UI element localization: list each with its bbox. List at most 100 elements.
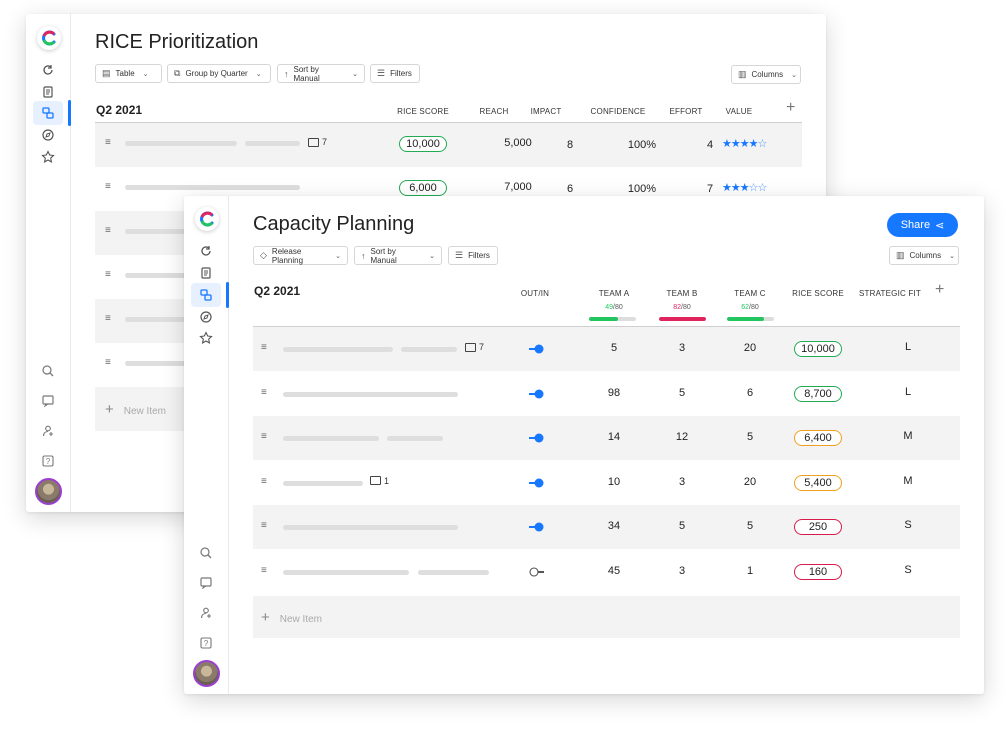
sort-dropdown[interactable]: ↑ Sort by Manual ⌄ xyxy=(354,246,442,265)
team-c-cell[interactable]: 1 xyxy=(725,565,775,577)
help-icon[interactable]: ? xyxy=(199,636,213,650)
drag-handle-icon[interactable]: ≡ xyxy=(105,225,111,236)
drag-handle-icon[interactable]: ≡ xyxy=(105,137,111,148)
release-planning-dropdown[interactable]: ◇ Release Planning ⌄ xyxy=(253,246,348,265)
image-badge[interactable]: 7 xyxy=(465,342,484,352)
add-column-icon[interactable]: + xyxy=(786,99,795,117)
drag-handle-icon[interactable]: ≡ xyxy=(261,476,267,487)
drag-handle-icon[interactable]: ≡ xyxy=(261,565,267,576)
impact-cell[interactable]: 8 xyxy=(550,139,590,151)
strategic-fit-cell[interactable]: M xyxy=(883,475,933,487)
col-out-in[interactable]: OUT/IN xyxy=(515,289,555,298)
refresh-icon[interactable] xyxy=(199,244,213,258)
value-stars[interactable]: ★★★☆☆ xyxy=(722,181,767,194)
col-confidence[interactable]: CONFIDENCE xyxy=(583,107,653,116)
team-b-cell[interactable]: 3 xyxy=(657,565,707,577)
app-logo[interactable] xyxy=(195,207,219,231)
star-icon[interactable] xyxy=(41,150,55,164)
team-a-cell[interactable]: 45 xyxy=(589,565,639,577)
strategic-fit-cell[interactable]: L xyxy=(883,341,933,353)
columns-dropdown[interactable]: ▥ Columns ⌄ xyxy=(889,246,959,265)
team-a-cell[interactable]: 34 xyxy=(589,520,639,532)
share-button[interactable]: Share ⋖ xyxy=(887,213,958,237)
team-c-cell[interactable]: 5 xyxy=(725,431,775,443)
columns-dropdown[interactable]: ▥ Columns ⌄ xyxy=(731,65,801,84)
avatar[interactable] xyxy=(35,478,62,505)
reach-cell[interactable]: 7,000 xyxy=(493,181,543,193)
filters-button[interactable]: ☰ Filters xyxy=(370,64,420,83)
drag-handle-icon[interactable]: ≡ xyxy=(261,520,267,531)
roadmap-icon[interactable] xyxy=(199,288,213,302)
sort-dropdown[interactable]: ↑ Sort by Manual ⌄ xyxy=(277,64,365,83)
help-icon[interactable]: ? xyxy=(41,454,55,468)
app-logo[interactable] xyxy=(37,26,61,50)
col-value[interactable]: VALUE xyxy=(719,107,759,116)
team-c-cell[interactable]: 20 xyxy=(725,342,775,354)
confidence-cell[interactable]: 100% xyxy=(612,183,672,195)
team-c-cell[interactable]: 5 xyxy=(725,520,775,532)
table-row[interactable]: ≡ 1 10 3 20 5,400 M xyxy=(253,461,960,505)
comment-icon[interactable] xyxy=(41,394,55,408)
avatar[interactable] xyxy=(193,660,220,687)
table-view-dropdown[interactable]: ▤ Table ⌄ xyxy=(95,64,162,83)
team-a-cell[interactable]: 10 xyxy=(589,476,639,488)
drag-handle-icon[interactable]: ≡ xyxy=(261,387,267,398)
add-column-icon[interactable]: + xyxy=(935,281,944,299)
table-row[interactable]: ≡ 14 12 5 6,400 M xyxy=(253,416,960,460)
confidence-cell[interactable]: 100% xyxy=(612,139,672,151)
group-by-dropdown[interactable]: ⧉ Group by Quarter ⌄ xyxy=(167,64,271,83)
drag-handle-icon[interactable]: ≡ xyxy=(105,357,111,368)
table-row[interactable]: ≡ 34 5 5 250 S xyxy=(253,505,960,549)
team-a-cell[interactable]: 98 xyxy=(589,387,639,399)
toggle-in-icon[interactable] xyxy=(529,433,545,443)
col-team-c[interactable]: TEAM C xyxy=(725,289,775,298)
drag-handle-icon[interactable]: ≡ xyxy=(261,342,267,353)
document-icon[interactable] xyxy=(199,266,213,280)
star-icon[interactable] xyxy=(199,331,213,345)
roadmap-icon[interactable] xyxy=(41,106,55,120)
team-a-cell[interactable]: 14 xyxy=(589,431,639,443)
search-icon[interactable] xyxy=(41,364,55,378)
col-strategic-fit[interactable]: STRATEGIC FIT xyxy=(857,289,923,298)
col-reach[interactable]: REACH xyxy=(474,107,514,116)
team-c-cell[interactable]: 20 xyxy=(725,476,775,488)
col-impact[interactable]: IMPACT xyxy=(526,107,566,116)
filters-button[interactable]: ☰ Filters xyxy=(448,246,498,265)
impact-cell[interactable]: 6 xyxy=(550,183,590,195)
strategic-fit-cell[interactable]: L xyxy=(883,386,933,398)
new-item-row[interactable]: + New Item xyxy=(253,596,960,638)
toggle-in-icon[interactable] xyxy=(529,478,545,488)
refresh-icon[interactable] xyxy=(41,63,55,77)
strategic-fit-cell[interactable]: S xyxy=(883,564,933,576)
drag-handle-icon[interactable]: ≡ xyxy=(261,431,267,442)
toggle-in-icon[interactable] xyxy=(529,344,545,354)
team-b-cell[interactable]: 5 xyxy=(657,520,707,532)
drag-handle-icon[interactable]: ≡ xyxy=(105,269,111,280)
compass-icon[interactable] xyxy=(41,128,55,142)
team-b-cell[interactable]: 12 xyxy=(657,431,707,443)
col-rice-score[interactable]: RICE SCORE xyxy=(393,107,453,116)
col-team-b[interactable]: TEAM B xyxy=(657,289,707,298)
strategic-fit-cell[interactable]: M xyxy=(883,430,933,442)
drag-handle-icon[interactable]: ≡ xyxy=(105,313,111,324)
team-b-cell[interactable]: 3 xyxy=(657,476,707,488)
table-row[interactable]: ≡ 98 5 6 8,700 L xyxy=(253,372,960,416)
add-user-icon[interactable] xyxy=(41,424,55,438)
col-effort[interactable]: EFFORT xyxy=(666,107,706,116)
team-b-cell[interactable]: 3 xyxy=(657,342,707,354)
compass-icon[interactable] xyxy=(199,310,213,324)
document-icon[interactable] xyxy=(41,85,55,99)
col-rice-score[interactable]: RICE SCORE xyxy=(787,289,849,298)
comment-icon[interactable] xyxy=(199,576,213,590)
table-row[interactable]: ≡ 7 5 3 20 10,000 L xyxy=(253,327,960,371)
table-row[interactable]: ≡ 45 3 1 160 S xyxy=(253,550,960,594)
toggle-in-icon[interactable] xyxy=(529,389,545,399)
toggle-out-icon[interactable] xyxy=(529,566,545,577)
add-user-icon[interactable] xyxy=(199,606,213,620)
value-stars[interactable]: ★★★★☆ xyxy=(722,137,767,150)
col-team-a[interactable]: TEAM A xyxy=(589,289,639,298)
toggle-in-icon[interactable] xyxy=(529,522,545,532)
team-c-cell[interactable]: 6 xyxy=(725,387,775,399)
image-badge[interactable]: 1 xyxy=(370,476,389,486)
search-icon[interactable] xyxy=(199,546,213,560)
